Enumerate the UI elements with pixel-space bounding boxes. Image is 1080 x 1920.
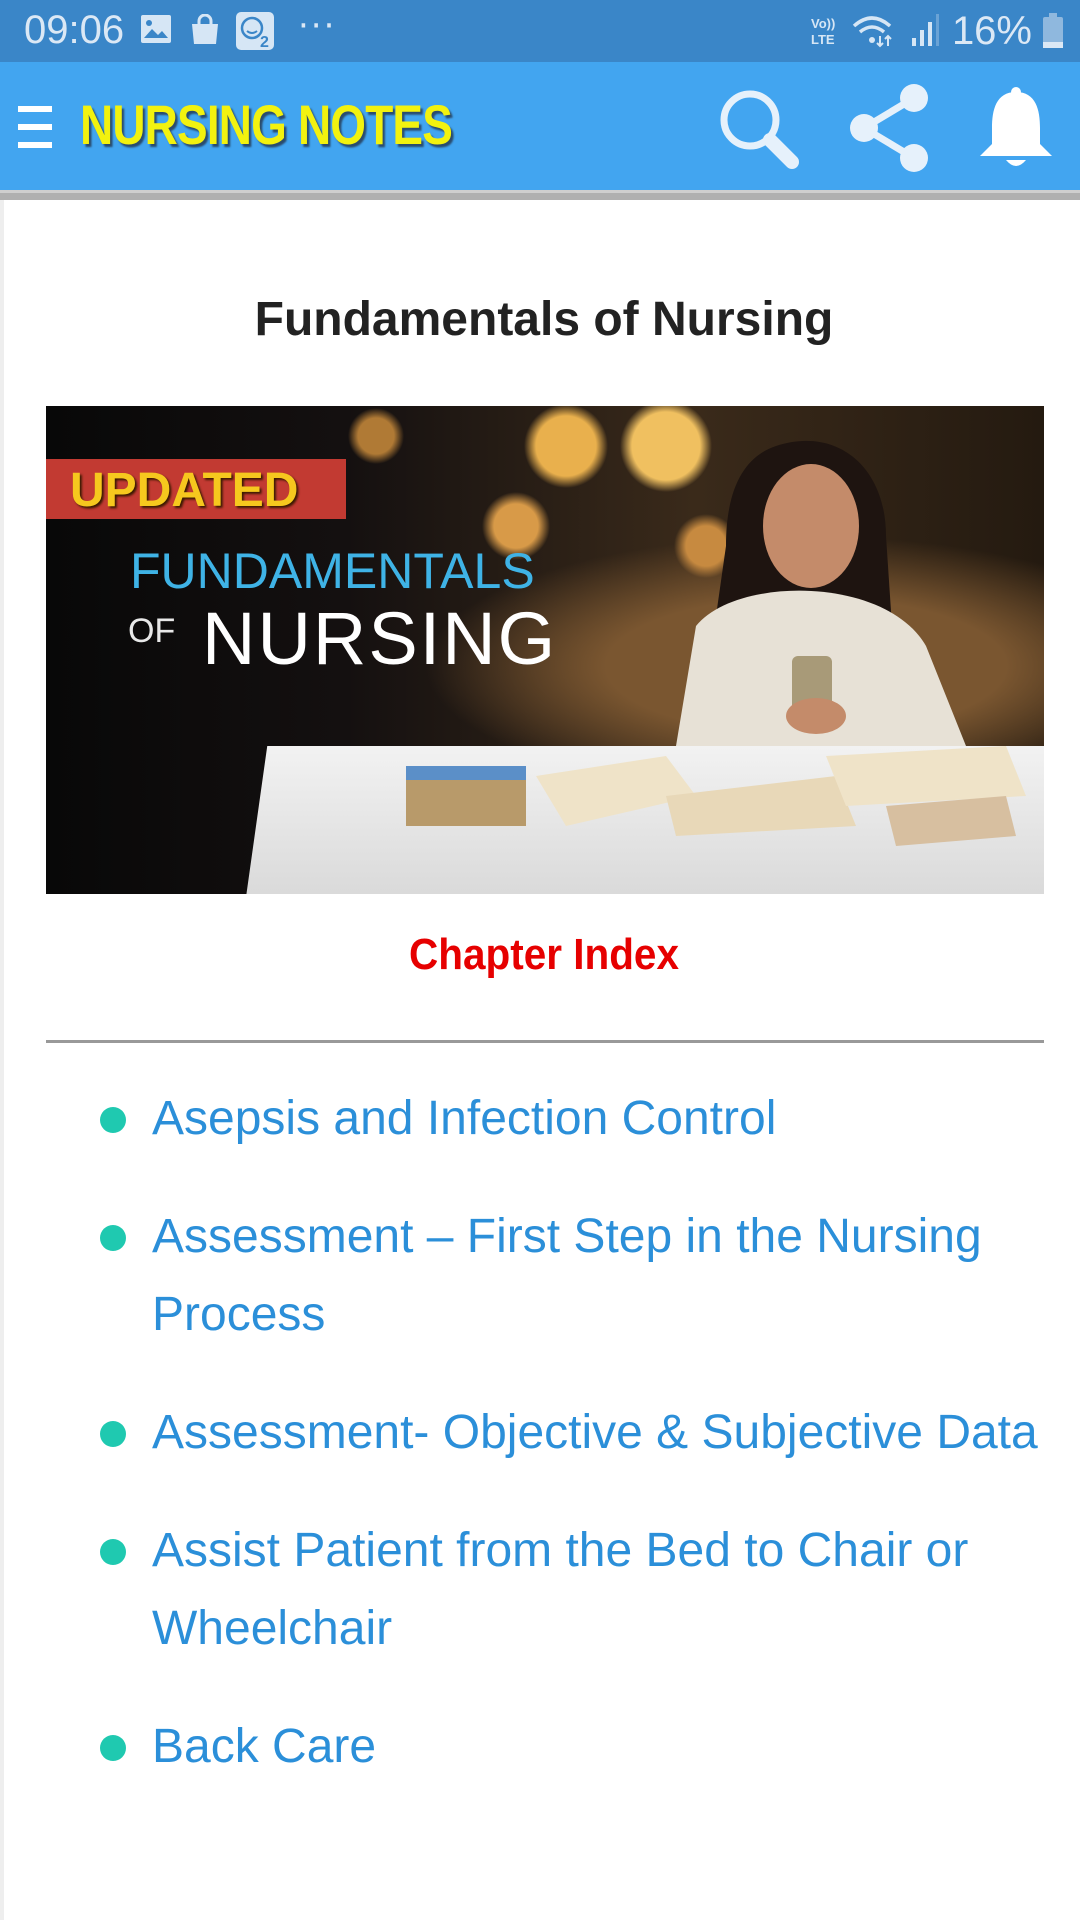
status-right: Vo)) LTE 16% (808, 8, 1064, 54)
search-icon[interactable] (712, 80, 808, 176)
banner-woman-illustration (676, 440, 966, 746)
page-content: Fundamentals of Nursing UPDATED FUNDAMEN… (0, 200, 1080, 1920)
shopping-bag-icon (192, 14, 218, 44)
battery-percent: 16% (951, 8, 1032, 53)
svg-text:LTE: LTE (811, 32, 835, 47)
status-bar: 09:06 2 ··· Vo)) LTE 16% (0, 0, 1080, 62)
menu-icon-bar (18, 142, 52, 148)
chapter-link-label[interactable]: Assessment – First Step in the Nursing P… (152, 1210, 982, 1341)
chapter-link[interactable]: Back Care (4, 1708, 1080, 1786)
divider (46, 1040, 1044, 1043)
share-icon[interactable] (842, 80, 938, 176)
bullet-icon (100, 1225, 126, 1251)
chapter-link[interactable]: Asepsis and Infection Control (4, 1080, 1080, 1158)
app-toolbar: NURSING NOTES (0, 62, 1080, 190)
chapter-link[interactable]: Assist Patient from the Bed to Chair or … (4, 1512, 1080, 1668)
gallery-icon (141, 15, 171, 43)
wifi-icon (852, 16, 892, 48)
chapter-link-label[interactable]: Assessment- Objective & Subjective Data (152, 1406, 1038, 1459)
chapter-link-label[interactable]: Back Care (152, 1720, 376, 1773)
banner-line2: NURSING (202, 597, 558, 680)
volte-icon: Vo)) LTE (811, 16, 835, 47)
banner-of: OF (128, 612, 176, 650)
bullet-icon (100, 1421, 126, 1447)
menu-button[interactable] (18, 102, 54, 152)
app-title: NURSING NOTES (80, 93, 453, 156)
chapter-link[interactable]: Assessment – First Step in the Nursing P… (4, 1198, 1080, 1354)
chapter-list: Asepsis and Infection Control Assessment… (4, 1080, 1080, 1826)
updated-badge: UPDATED (46, 459, 346, 519)
page-title: Fundamentals of Nursing (254, 293, 834, 346)
chapter-link-label[interactable]: Assist Patient from the Bed to Chair or … (152, 1524, 968, 1655)
menu-icon (18, 106, 52, 112)
chapter-link[interactable]: Assessment- Objective & Subjective Data (4, 1394, 1080, 1472)
svg-text:2: 2 (260, 34, 269, 50)
bullet-icon (100, 1539, 126, 1565)
bullet-icon (100, 1107, 126, 1133)
menu-icon-bar (18, 124, 52, 130)
status-time: 09:06 (24, 8, 125, 52)
banner-image: UPDATED FUNDAMENTALS OF NURSING (46, 406, 1044, 894)
notification-bell-icon[interactable] (968, 80, 1064, 176)
banner-line1: FUNDAMENTALS (130, 543, 535, 599)
chapter-index-heading: Chapter Index (409, 930, 679, 979)
updated-badge-text: UPDATED (70, 464, 299, 517)
bullet-icon (100, 1735, 126, 1761)
more-notifications-indicator: ··· (298, 6, 337, 46)
svg-text:Vo)): Vo)) (811, 16, 835, 31)
toolbar-shadow (0, 190, 1080, 200)
battery-icon (1043, 13, 1063, 48)
talking-cat-app-icon: 2 (236, 12, 274, 50)
signal-icon (911, 14, 939, 46)
banner-books (406, 746, 1026, 846)
chapter-link-label[interactable]: Asepsis and Infection Control (152, 1092, 776, 1145)
